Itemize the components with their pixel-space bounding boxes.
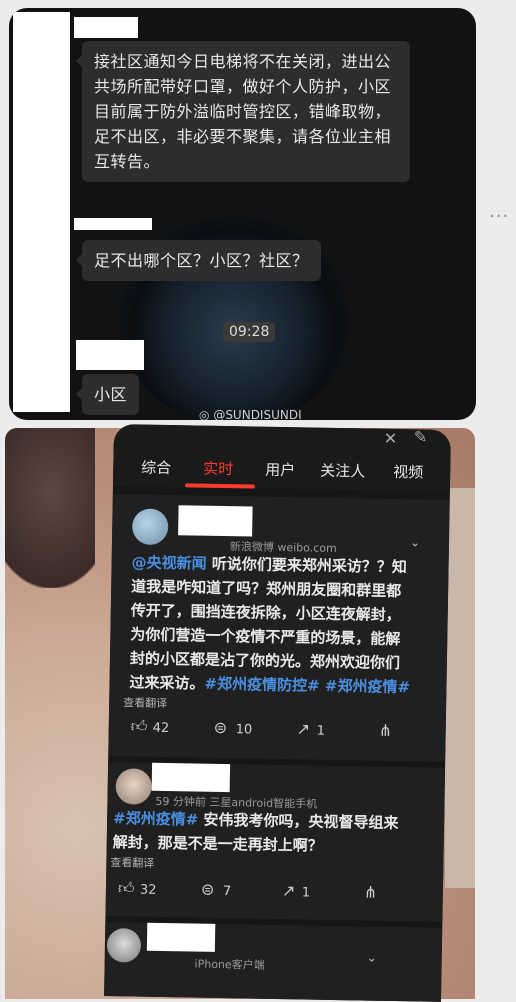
phone-screen: 综合 实时 用户 关注人 视频 ✕ ✎ 新浪微博 weibo.com ⌄ @央视…	[104, 424, 451, 1002]
message-text: 足不出哪个区？小区？社区？	[94, 251, 309, 270]
message-timestamp: 09:28	[223, 322, 276, 342]
tab-following[interactable]: 关注人	[320, 460, 365, 482]
close-icon[interactable]: ✕	[384, 429, 398, 448]
redacted-username	[151, 762, 231, 793]
weibo-post[interactable]: 新浪微博 weibo.com ⌄ @央视新闻 听说你们要来郑州采访？？知道我是咋…	[108, 494, 450, 762]
message-text: 小区	[94, 385, 128, 404]
comment-icon[interactable]: ⊜	[201, 880, 215, 899]
chat-panel: 接社区通知今日电梯将不在关闭，进出公共场所配带好口罩，做好个人防护，小区目前属于…	[9, 8, 476, 420]
weibo-post[interactable]: 59 分钟前 三星android智能手机 #郑州疫情# 安伟我考你吗，央视督导组…	[105, 762, 446, 922]
hashtag-link[interactable]: #郑州疫情防控# #郑州疫情#	[204, 675, 410, 697]
active-tab-indicator	[184, 483, 255, 489]
comment-count: 10	[235, 722, 253, 738]
post-meta: iPhone客户端	[194, 957, 265, 972]
message-bubble-2[interactable]: 足不出哪个区？小区？社区？	[76, 240, 321, 281]
message-bubble-1[interactable]: 接社区通知今日电梯将不在关闭，进出公共场所配带好口罩，做好个人防护，小区目前属于…	[76, 41, 410, 182]
tab-video[interactable]: 视频	[393, 461, 423, 483]
avatar[interactable]	[106, 928, 142, 963]
hashtag-link[interactable]: #郑州疫情#	[113, 809, 198, 828]
tab-comprehensive[interactable]: 综合	[141, 457, 171, 479]
mention-link[interactable]: @央视新闻	[131, 553, 206, 572]
like-icon[interactable]: 👍︎	[118, 878, 135, 898]
watermark: ◎ @SUNDISUNDI	[199, 408, 302, 420]
post-text: @央视新闻 听说你们要来郑州采访？？知道我是咋知道了吗？郑州朋友圈和群里都传开了…	[129, 553, 411, 697]
tab-bar: 综合 实时 用户 关注人 视频 ✕ ✎	[112, 424, 451, 492]
repost-icon[interactable]: ↗	[297, 719, 311, 738]
weibo-logo-icon: ◎	[199, 408, 210, 420]
background-wall	[445, 488, 475, 888]
repost-icon[interactable]: ↗	[282, 881, 296, 900]
avatar[interactable]	[131, 508, 169, 546]
weibo-post[interactable]: iPhone客户端 ⌄	[104, 921, 443, 1002]
comment-count: 7	[222, 884, 232, 900]
translate-link[interactable]: 查看翻译	[123, 694, 167, 711]
repost-count: 1	[301, 885, 311, 901]
comment-icon[interactable]: ⊜	[214, 718, 228, 737]
redacted-name	[74, 218, 152, 230]
more-icon[interactable]: ···	[489, 206, 509, 227]
tab-users[interactable]: 用户	[265, 459, 295, 481]
tab-realtime[interactable]: 实时	[203, 458, 233, 480]
avatar[interactable]	[115, 768, 153, 805]
translate-link[interactable]: 查看翻译	[110, 854, 154, 871]
like-count: 42	[152, 720, 170, 737]
redacted-name	[76, 340, 144, 370]
edit-icon[interactable]: ✎	[414, 427, 428, 446]
redacted-avatar-column	[13, 12, 70, 412]
fingernail-shape	[5, 428, 95, 588]
like-icon[interactable]: 👍︎	[131, 716, 148, 736]
message-bubble-3[interactable]: 小区	[75, 374, 140, 415]
chevron-down-icon[interactable]: ⌄	[367, 951, 377, 965]
post-text: #郑州疫情# 安伟我考你吗，央视督导组来解封，那是不是一走再封上啊？	[112, 809, 399, 855]
chevron-down-icon[interactable]: ⌄	[410, 535, 420, 549]
share-icon[interactable]: ⋔	[364, 882, 378, 901]
share-icon[interactable]: ⋔	[379, 721, 393, 740]
repost-count: 1	[316, 723, 326, 739]
redacted-username	[146, 922, 216, 952]
redacted-name	[74, 17, 138, 38]
redacted-username	[178, 505, 253, 537]
message-text: 接社区通知今日电梯将不在关闭，进出公共场所配带好口罩，做好个人防护，小区目前属于…	[94, 52, 392, 171]
like-count: 32	[139, 882, 157, 898]
